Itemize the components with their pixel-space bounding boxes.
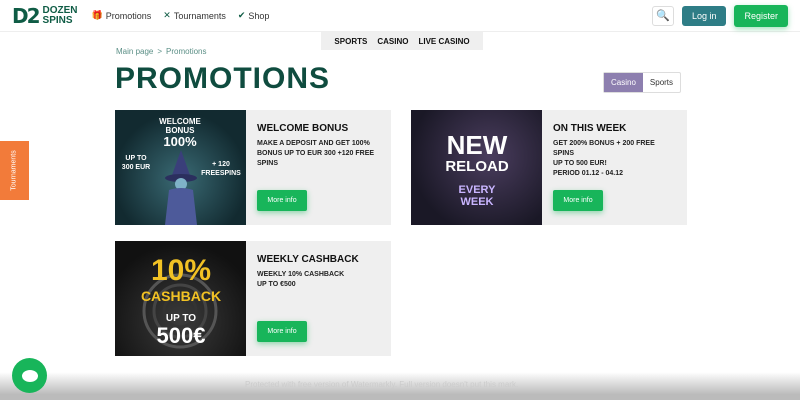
breadcrumb-separator: >	[157, 47, 163, 56]
register-button[interactable]: Register	[734, 4, 788, 27]
main-nav: 🎁 Promotions ✕ Tournaments ✔ Shop	[92, 10, 270, 21]
side-tab-label: Tournaments	[11, 150, 18, 191]
nav-label: Promotions	[105, 10, 152, 21]
logo-line1: DOZEN	[42, 4, 78, 16]
tournaments-side-tab[interactable]: Tournaments	[0, 141, 29, 200]
breadcrumb-home[interactable]: Main page	[116, 47, 153, 56]
img-reload-line3: EVERY	[458, 184, 496, 196]
search-icon: 🔍	[656, 10, 670, 22]
chat-button[interactable]	[12, 358, 47, 393]
img-reload-line4: WEEK	[460, 196, 494, 208]
toggle-sports[interactable]: Sports	[643, 73, 680, 92]
img-welcome-line1: WELCOME	[159, 117, 201, 126]
img-welcome-line3: 100%	[163, 134, 197, 149]
nav-promotions[interactable]: 🎁 Promotions	[92, 10, 152, 21]
promo-description: MAKE A DEPOSIT AND GET 100% BONUS UP TO …	[257, 140, 375, 167]
breadcrumb: Main page > Promotions	[116, 47, 207, 56]
search-button[interactable]: 🔍	[651, 5, 674, 26]
img-cashback-line1: 10%	[150, 254, 212, 287]
promo-image-reload: NEW RELOAD EVERY WEEK	[411, 110, 542, 225]
chat-icon	[21, 369, 38, 382]
check-circle-icon: ✔	[237, 10, 246, 20]
nav-shop[interactable]: ✔ Shop	[238, 10, 270, 21]
login-button[interactable]: Log in	[681, 5, 727, 26]
promo-card-cashback: 10% CASHBACK UP TO 500€ WEEKLY CASHBACK …	[115, 241, 391, 356]
promo-card-welcome: WELCOME BONUS 100% UP TO 300 EUR + 120 F…	[115, 110, 391, 225]
subnav-casino[interactable]: CASINO	[377, 37, 408, 46]
casino-sports-toggle: Casino Sports	[603, 72, 682, 93]
img-cashback-line4: 500€	[156, 323, 206, 348]
more-info-button[interactable]: More info	[257, 321, 307, 342]
promo-title: ON THIS WEEK	[553, 123, 627, 134]
toggle-casino[interactable]: Casino	[604, 73, 643, 92]
page-title: PROMOTIONS	[115, 62, 331, 95]
promo-image-cashback: 10% CASHBACK UP TO 500€	[115, 241, 246, 356]
img-reload-line1: NEW	[446, 130, 508, 160]
nav-label: Shop	[248, 10, 270, 21]
img-welcome-left: UP TO 300 EUR	[121, 155, 151, 171]
promo-description: GET 200% BONUS + 200 FREE SPINS UP TO 50…	[553, 140, 655, 177]
img-welcome-right: + 120 FREESPINS	[201, 161, 241, 177]
img-cashback-line2: CASHBACK	[140, 288, 222, 304]
category-subnav: SPORTS CASINO LIVE CASINO	[321, 32, 483, 50]
top-header: D2 DOZEN SPINS 🎁 Promotions ✕ Tournament…	[0, 0, 800, 32]
breadcrumb-current: Promotions	[166, 47, 207, 56]
nav-label: Tournaments	[173, 10, 226, 21]
nav-tournaments[interactable]: ✕ Tournaments	[163, 10, 226, 21]
img-reload-line2: RELOAD	[445, 158, 509, 175]
subnav-sports[interactable]: SPORTS	[334, 37, 367, 46]
promo-description: WEEKLY 10% CASHBACK UP TO €500	[257, 271, 345, 288]
promo-title: WELCOME BONUS	[257, 123, 349, 134]
site-logo[interactable]: D2 DOZEN SPINS	[12, 4, 78, 28]
promo-title: WEEKLY CASHBACK	[257, 254, 359, 265]
subnav-live-casino[interactable]: LIVE CASINO	[418, 37, 469, 46]
gift-icon: 🎁	[91, 10, 103, 20]
more-info-button[interactable]: More info	[257, 190, 307, 211]
logo-line2: SPINS	[42, 14, 73, 26]
wizard-illustration	[165, 150, 197, 225]
more-info-button[interactable]: More info	[553, 190, 603, 211]
swords-icon: ✕	[163, 10, 171, 20]
watermark-text: Protected with free version of Watermark…	[245, 380, 519, 389]
promo-image-welcome: WELCOME BONUS 100% UP TO 300 EUR + 120 F…	[115, 110, 246, 225]
logo-mark: D2	[12, 3, 40, 28]
promo-card-reload: NEW RELOAD EVERY WEEK ON THIS WEEK GET 2…	[411, 110, 687, 225]
